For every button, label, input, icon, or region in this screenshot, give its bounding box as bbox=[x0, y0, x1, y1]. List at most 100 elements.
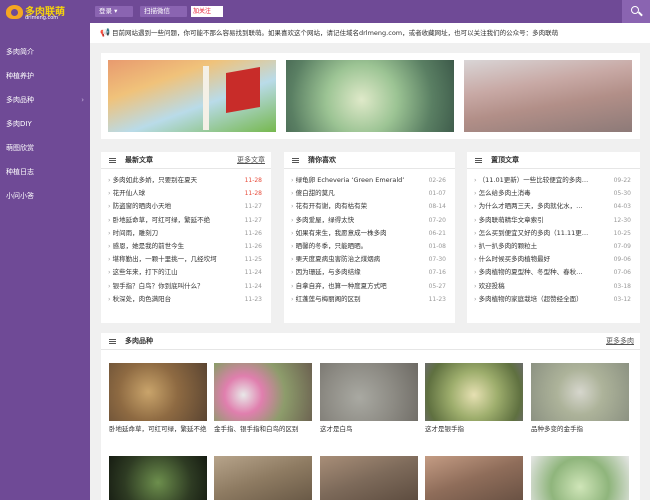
variety-image[interactable] bbox=[214, 363, 312, 421]
list-item[interactable]: 花开仙人球 11-28 bbox=[108, 187, 264, 200]
article-title[interactable]: 什么时候买多肉植物最好 bbox=[474, 253, 599, 266]
article-title[interactable]: 如果有来生，我愿意成一株多肉 bbox=[291, 227, 414, 240]
variety-caption[interactable]: 金手指、银手指和白鸟的区别 bbox=[214, 425, 312, 434]
list-item[interactable]: 防盗窗的晒肉小天地 11-27 bbox=[108, 200, 264, 213]
article-title[interactable]: 卧地延命草，可红可绿，繁延不绝 bbox=[108, 214, 230, 227]
variety-card[interactable]: 这才是银手指 bbox=[425, 363, 523, 434]
list-item[interactable]: 绿龟卵 Echeveria ‘Green Emerald’ 02-26 bbox=[291, 174, 448, 187]
sidebar-item-qa[interactable]: 小问小答 bbox=[0, 184, 90, 208]
list-item[interactable]: 多肉植物的家庭栽培（超赞经全面） 03-12 bbox=[474, 293, 633, 306]
list-item[interactable]: 这些年来，打下的江山 11-24 bbox=[108, 266, 264, 279]
article-title[interactable]: 多肉爱屋，绿得太快 bbox=[291, 214, 414, 227]
article-title[interactable]: 多肉植物的夏型种、冬型种、春秋… bbox=[474, 266, 599, 279]
list-item[interactable]: 卧地延命草，可红可绿，繁延不绝 11-27 bbox=[108, 214, 264, 227]
article-title[interactable]: 堪称勤出，一颗十里挑一，几经坎坷 bbox=[108, 253, 230, 266]
variety-card[interactable]: 品种多变的金手指 bbox=[531, 363, 629, 434]
more-varieties-link[interactable]: 更多多肉 bbox=[606, 333, 634, 350]
variety-image[interactable] bbox=[531, 456, 629, 500]
site-logo[interactable]: 多肉联萌 drlmeng.com bbox=[6, 3, 86, 21]
article-title[interactable]: 栗天度夏病虫害防治之煤烟病 bbox=[291, 253, 414, 266]
article-title[interactable]: （11.01更新）一些比较便宜的多肉… bbox=[474, 174, 599, 187]
article-title[interactable]: 感恩，她是我的前世今生 bbox=[108, 240, 230, 253]
article-title[interactable]: 怎么买到便宜又好的多肉（11.11更… bbox=[474, 227, 599, 240]
list-item[interactable]: 堪称勤出，一颗十里挑一，几经坎坷 11-25 bbox=[108, 253, 264, 266]
article-title[interactable]: 多肉植物的家庭栽培（超赞经全面） bbox=[474, 293, 599, 306]
article-title[interactable]: 扒一扒多肉的颗粒土 bbox=[474, 240, 599, 253]
list-item[interactable]: 栗天度夏病虫害防治之煤烟病 07-30 bbox=[291, 253, 448, 266]
list-item[interactable]: 欢迎投稿 03-18 bbox=[474, 280, 633, 293]
variety-image[interactable] bbox=[531, 363, 629, 421]
variety-card[interactable]: 金手指、银手指和白鸟的区别 bbox=[214, 363, 312, 434]
article-title[interactable]: 欢迎投稿 bbox=[474, 280, 599, 293]
list-item[interactable]: 花有开有谢，肉有枯有荣 08-14 bbox=[291, 200, 448, 213]
panel-header: 多肉品种 更多多肉 bbox=[101, 333, 640, 350]
list-item[interactable]: （11.01更新）一些比较便宜的多肉… 09-22 bbox=[474, 174, 633, 187]
list-item[interactable]: 晒馨的冬季，只能晒晒。 01-08 bbox=[291, 240, 448, 253]
list-item[interactable]: 秋深处，肉色满阳台 11-23 bbox=[108, 293, 264, 306]
variety-image[interactable] bbox=[320, 363, 418, 421]
hero-image-city[interactable] bbox=[108, 60, 276, 132]
list-item[interactable]: 感恩，她是我的前世今生 11-26 bbox=[108, 240, 264, 253]
article-title[interactable]: 防盗窗的晒肉小天地 bbox=[108, 200, 230, 213]
article-title[interactable]: 多肉如此多娇，只要别在夏天 bbox=[108, 174, 230, 187]
article-date: 09-22 bbox=[613, 177, 631, 184]
article-title[interactable]: 银手指？白鸟？你到底叫什么？ bbox=[108, 280, 230, 293]
article-title[interactable]: 秋深处，肉色满阳台 bbox=[108, 293, 230, 306]
article-title[interactable]: 花开仙人球 bbox=[108, 187, 230, 200]
list-item[interactable]: 扒一扒多肉的颗粒土 07-09 bbox=[474, 240, 633, 253]
list-item[interactable]: 多肉爱屋，绿得太快 07-20 bbox=[291, 214, 448, 227]
sidebar-item-intro[interactable]: 多肉简介 bbox=[0, 40, 90, 64]
sidebar-item-diy[interactable]: 多肉DIY bbox=[0, 112, 90, 136]
list-item[interactable]: 银手指？白鸟？你到底叫什么？ 11-24 bbox=[108, 280, 264, 293]
list-item[interactable]: 因为珊延，与多肉结缘 07-16 bbox=[291, 266, 448, 279]
variety-image[interactable] bbox=[214, 456, 312, 500]
list-item[interactable]: 怎么给多肉土消毒 05-30 bbox=[474, 187, 633, 200]
article-title[interactable]: 傻白甜的莫凡 bbox=[291, 187, 414, 200]
variety-caption[interactable]: 这才是银手指 bbox=[425, 425, 523, 434]
variety-caption[interactable]: 这才是白鸟 bbox=[320, 425, 418, 434]
login-button[interactable]: 登录 ▾ bbox=[95, 6, 133, 17]
article-title[interactable]: 绿龟卵 Echeveria ‘Green Emerald’ bbox=[291, 174, 414, 187]
scan-wechat-button[interactable]: 扫描微信 bbox=[140, 6, 187, 17]
article-title[interactable]: 红蓬莲与梅丽阁的区别 bbox=[291, 293, 414, 306]
variety-image[interactable] bbox=[425, 456, 523, 500]
article-title[interactable]: 花有开有谢，肉有枯有荣 bbox=[291, 200, 414, 213]
list-item[interactable]: 红蓬莲与梅丽阁的区别 11-23 bbox=[291, 293, 448, 306]
variety-card[interactable]: 这才是白鸟 bbox=[320, 363, 418, 434]
variety-image[interactable] bbox=[109, 363, 207, 421]
article-title[interactable]: 多肉联萌精华文章索引 bbox=[474, 214, 599, 227]
article-title[interactable]: 怎么给多肉土消毒 bbox=[474, 187, 599, 200]
list-item[interactable]: 什么时候买多肉植物最好 09-06 bbox=[474, 253, 633, 266]
weibo-follow-button[interactable]: 加关注 bbox=[191, 6, 223, 17]
sidebar-item-care[interactable]: 种植养护 bbox=[0, 64, 90, 88]
article-title[interactable]: 为什么才晒两三天，多肉就化水，… bbox=[474, 200, 599, 213]
list-item[interactable]: 怎么买到便宜又好的多肉（11.11更… 10-25 bbox=[474, 227, 633, 240]
article-title[interactable]: 时间雨，雕刻刀 bbox=[108, 227, 230, 240]
list-item[interactable]: 如果有来生，我愿意成一株多肉 06-21 bbox=[291, 227, 448, 240]
list-item[interactable]: 自拿自弃，也算一种度夏方式吧 05-27 bbox=[291, 280, 448, 293]
variety-caption[interactable]: 品种多变的金手指 bbox=[531, 425, 629, 434]
list-item[interactable]: 为什么才晒两三天，多肉就化水，… 04-03 bbox=[474, 200, 633, 213]
article-title[interactable]: 这些年来，打下的江山 bbox=[108, 266, 230, 279]
notice-text: 目前网站遇到一些问题，你可能不那么容易找到联萌。如果喜欢这个网站，请记住域名dr… bbox=[112, 29, 559, 37]
article-title[interactable]: 自拿自弃，也算一种度夏方式吧 bbox=[291, 280, 414, 293]
more-articles-link[interactable]: 更多文章 bbox=[237, 152, 265, 169]
sidebar-item-varieties[interactable]: 多肉品种 › bbox=[0, 88, 90, 112]
sidebar-item-journal[interactable]: 种植日志 bbox=[0, 160, 90, 184]
list-item[interactable]: 多肉植物的夏型种、冬型种、春秋… 07-06 bbox=[474, 266, 633, 279]
list-item[interactable]: 傻白甜的莫凡 01-07 bbox=[291, 187, 448, 200]
search-button[interactable] bbox=[622, 0, 650, 23]
list-item[interactable]: 多肉联萌精华文章索引 12-30 bbox=[474, 214, 633, 227]
article-title[interactable]: 因为珊延，与多肉结缘 bbox=[291, 266, 414, 279]
list-item[interactable]: 时间雨，雕刻刀 11-26 bbox=[108, 227, 264, 240]
hero-image-cactus[interactable] bbox=[464, 60, 632, 132]
list-item[interactable]: 多肉如此多娇，只要别在夏天 11-28 bbox=[108, 174, 264, 187]
article-title[interactable]: 晒馨的冬季，只能晒晒。 bbox=[291, 240, 414, 253]
variety-image[interactable] bbox=[425, 363, 523, 421]
variety-image[interactable] bbox=[109, 456, 207, 500]
variety-image[interactable] bbox=[320, 456, 418, 500]
hero-image-succulent[interactable] bbox=[286, 60, 454, 132]
variety-caption[interactable]: 卧地延命草，可红可绿，繁延不绝 bbox=[109, 425, 207, 434]
variety-card[interactable]: 卧地延命草，可红可绿，繁延不绝 bbox=[109, 363, 207, 434]
sidebar-item-gallery[interactable]: 萌图欣赏 bbox=[0, 136, 90, 160]
